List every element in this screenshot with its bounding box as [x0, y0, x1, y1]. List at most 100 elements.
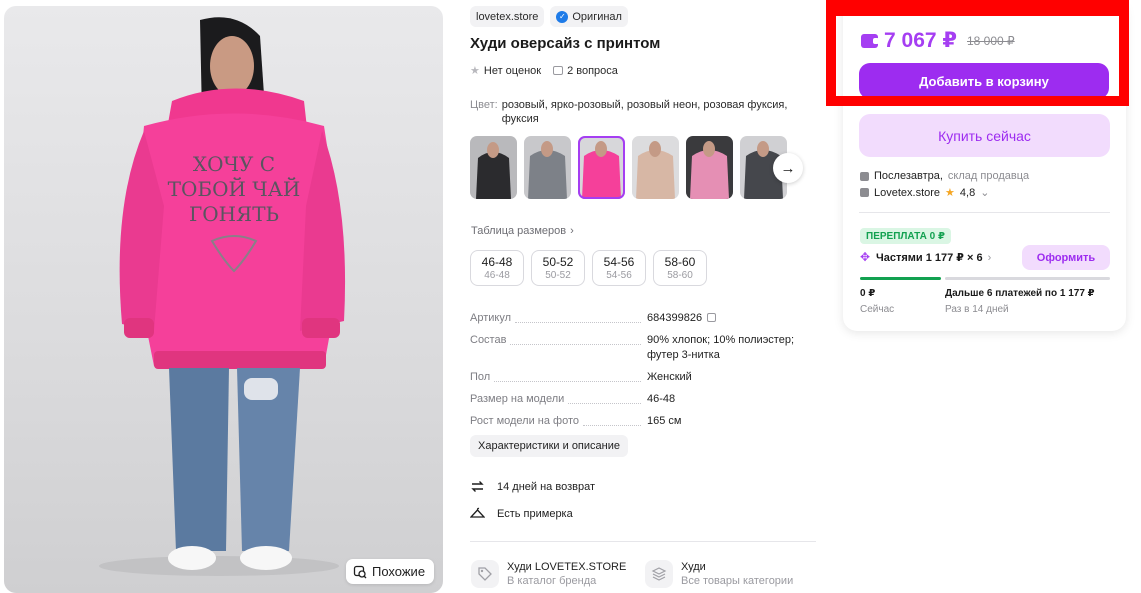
svg-text:ТОБОЙ ЧАЙ: ТОБОЙ ЧАЙ [168, 176, 301, 201]
brand-chip[interactable]: lovetex.store [470, 6, 545, 27]
box-icon [860, 171, 869, 181]
arrange-installments-button[interactable]: Оформить [1022, 245, 1110, 270]
question-bubble-icon [553, 66, 564, 75]
verified-check-icon: ✓ [556, 10, 569, 23]
return-perk[interactable]: 14 дней на возврат [470, 479, 595, 494]
fitting-perk[interactable]: Есть примерка [470, 506, 573, 521]
shop-icon [860, 188, 869, 197]
spec-row: Пол Женский [470, 370, 810, 385]
return-text: 14 дней на возврат [497, 480, 595, 493]
size-options: 46-48 46-48 50-52 50-52 54-56 54-56 58-6… [470, 250, 707, 286]
installments-icon: ✥ [860, 250, 871, 264]
chevron-right-icon: › [570, 225, 574, 237]
size-option[interactable]: 58-60 58-60 [653, 250, 707, 286]
color-info: Цвет: розовый, ярко-розовый, розовый нео… [470, 98, 800, 126]
spec-value: 46-48 [647, 393, 676, 405]
overpay-badge: ПЕРЕПЛАТА 0 ₽ [860, 228, 951, 244]
spec-key: Размер на модели [470, 393, 565, 405]
copy-icon[interactable] [707, 313, 717, 322]
seller-name: Lovetex.store [874, 186, 941, 199]
installments-link[interactable]: ✥ Частями 1 177 ₽ × 6 › [860, 251, 991, 264]
now-label: Сейчас [860, 304, 895, 315]
return-arrows-icon [471, 481, 484, 492]
variant-thumb-black[interactable] [470, 136, 517, 199]
fitting-text: Есть примерка [497, 507, 573, 520]
spec-row: Состав 90% хлопок; 10% полиэстер; футер … [470, 333, 810, 363]
variant-photo [470, 136, 517, 199]
highlight-frame [826, 0, 1129, 106]
delivery-when: Послезавтра, [874, 170, 943, 182]
color-value: розовый, ярко-розовый, розовый неон, роз… [501, 99, 788, 125]
svg-text:ГОНЯТЬ: ГОНЯТЬ [189, 202, 279, 226]
questions-text: 2 вопроса [567, 64, 618, 77]
variant-thumb-pink[interactable] [578, 136, 625, 199]
seller-info[interactable]: Lovetex.store ★ 4,8 ⌄ [860, 186, 989, 199]
model-illustration: ХОЧУ С ТОБОЙ ЧАЙ ГОНЯТЬ [99, 17, 346, 576]
payment-progress-now [860, 277, 941, 280]
size-table-link[interactable]: Таблица размеров › [471, 225, 574, 237]
payment-progress-later [945, 277, 1110, 280]
original-chip-label: Оригинал [572, 10, 622, 23]
product-chips: lovetex.store ✓ Оригинал [470, 6, 628, 27]
spec-key: Рост модели на фото [470, 415, 580, 427]
size-sub: 58-60 [667, 270, 693, 281]
tag-icon [471, 560, 499, 588]
now-amount: 0 ₽ [860, 288, 876, 299]
color-variants [470, 136, 787, 199]
size-sub: 46-48 [484, 270, 510, 281]
brand-catalog-link[interactable]: Худи LOVETEX.STORE В каталог бренда [471, 560, 626, 589]
spec-value: 90% хлопок; 10% полиэстер; футер 3-нитка [647, 334, 795, 361]
category-link[interactable]: Худи Все товары категории [645, 560, 793, 589]
specs-list: Артикул 684399826 Состав 90% хлопок; 10%… [470, 311, 810, 436]
variant-thumb-gray[interactable] [524, 136, 571, 199]
rating-text: Нет оценок [483, 64, 542, 77]
variant-thumb-rose[interactable] [686, 136, 733, 199]
later-amount: Дальше 6 платежей по 1 177 ₽ [945, 288, 1095, 299]
spec-value: 165 см [647, 415, 682, 427]
category-subtitle: Все товары категории [681, 575, 794, 587]
star-icon: ★ [470, 65, 480, 77]
similar-icon [353, 565, 367, 578]
divider [859, 212, 1110, 213]
next-variants-arrow-icon[interactable]: → [773, 153, 803, 183]
variant-thumb-beige[interactable] [632, 136, 679, 199]
chevron-right-icon: › [987, 251, 992, 264]
questions-link[interactable]: 2 вопроса [553, 65, 618, 77]
spec-row: Артикул 684399826 [470, 311, 810, 326]
brand-catalog-title: Худи LOVETEX.STORE [507, 561, 627, 573]
buy-now-button[interactable]: Купить сейчас [859, 114, 1110, 157]
size-main: 54-56 [603, 255, 635, 269]
category-title: Худи [681, 561, 706, 573]
variant-photo [578, 136, 625, 199]
brand-catalog-subtitle: В каталог бренда [507, 575, 597, 587]
later-label: Раз в 14 дней [945, 304, 1009, 315]
spec-value: 684399826 [647, 312, 703, 324]
spec-key: Пол [470, 371, 491, 383]
size-sub: 54-56 [606, 270, 632, 281]
spec-key: Артикул [470, 312, 512, 324]
product-meta: ★ Нет оценок 2 вопроса [470, 64, 618, 78]
size-option[interactable]: 46-48 46-48 [470, 250, 524, 286]
size-option[interactable]: 50-52 50-52 [531, 250, 585, 286]
layers-icon [645, 560, 673, 588]
size-main: 50-52 [542, 255, 574, 269]
product-main-photo[interactable]: ХОЧУ С ТОБОЙ ЧАЙ ГОНЯТЬ [4, 6, 443, 593]
spec-key: Состав [470, 334, 507, 346]
size-table-label: Таблица размеров [471, 225, 567, 237]
similar-button[interactable]: Похожие [346, 559, 435, 584]
star-icon: ★ [945, 187, 955, 199]
spec-value: Женский [647, 371, 692, 383]
rating-link[interactable]: ★ Нет оценок [470, 64, 542, 78]
size-sub: 50-52 [545, 270, 571, 281]
original-chip[interactable]: ✓ Оригинал [550, 6, 628, 27]
size-main: 46-48 [481, 255, 513, 269]
installments-text: Частями 1 177 ₽ × 6 [876, 252, 983, 264]
brand-chip-label: lovetex.store [476, 10, 539, 23]
size-option[interactable]: 54-56 54-56 [592, 250, 646, 286]
chevron-down-icon: ⌄ [980, 187, 990, 199]
characteristics-button[interactable]: Характеристики и описание [470, 435, 628, 457]
spec-row: Размер на модели 46-48 [470, 392, 810, 407]
size-main: 58-60 [664, 255, 696, 269]
variant-photo [632, 136, 679, 199]
product-title: Худи оверсайз с принтом [470, 35, 661, 52]
